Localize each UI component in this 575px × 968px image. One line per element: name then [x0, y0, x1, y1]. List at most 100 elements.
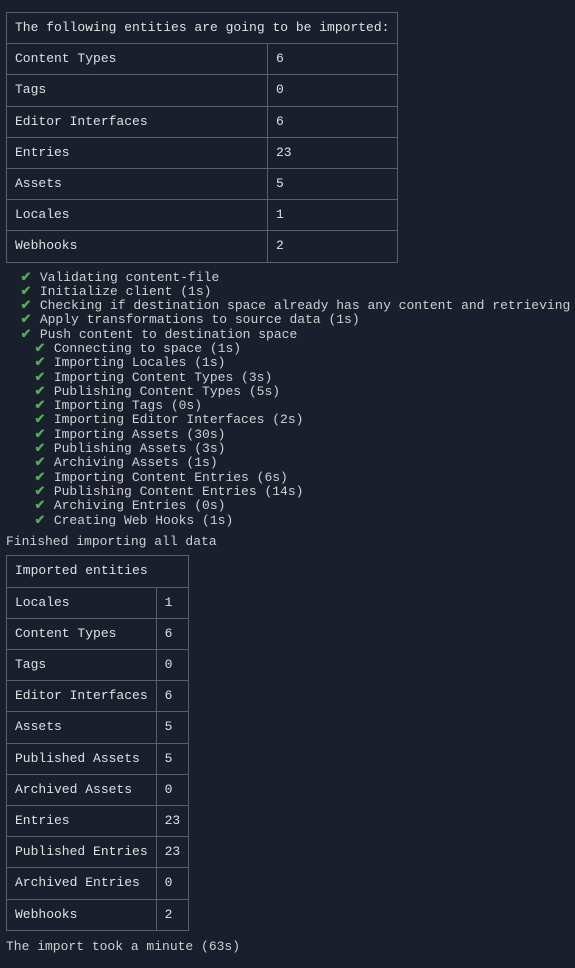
- log-entry: ✔ Importing Locales (1s): [6, 356, 569, 370]
- entity-value: 0: [267, 75, 398, 106]
- table-row: Content Types6: [7, 44, 398, 75]
- log-text: Push content to destination space: [40, 327, 297, 342]
- entity-value: 1: [156, 587, 189, 618]
- log-text: Apply transformations to source data (1s…: [40, 312, 360, 327]
- log-entry: ✔ Apply transformations to source data (…: [6, 313, 569, 327]
- entity-value: 0: [156, 774, 189, 805]
- table-row: Entries23: [7, 137, 398, 168]
- table-row: Editor Interfaces6: [7, 681, 189, 712]
- entities-to-import-table: The following entities are going to be i…: [6, 12, 398, 263]
- table-row: Tags0: [7, 650, 189, 681]
- log-entry: ✔ Publishing Content Types (5s): [6, 385, 569, 399]
- log-text: Initialize client (1s): [40, 284, 212, 299]
- log-text: Importing Content Types (3s): [54, 370, 272, 385]
- check-icon: ✔: [34, 428, 46, 442]
- entity-value: 0: [156, 868, 189, 899]
- log-entry: ✔ Validating content-file: [6, 271, 569, 285]
- log-entry: ✔ Publishing Content Entries (14s): [6, 485, 569, 499]
- log-entry: ✔ Initialize client (1s): [6, 285, 569, 299]
- log-text: Checking if destination space already ha…: [40, 298, 575, 313]
- table-row: Tags0: [7, 75, 398, 106]
- progress-log: ✔ Validating content-file ✔ Initialize c…: [6, 271, 569, 528]
- log-entry: ✔ Archiving Assets (1s): [6, 456, 569, 470]
- log-text: Archiving Assets (1s): [54, 455, 218, 470]
- entity-name: Webhooks: [7, 899, 157, 930]
- log-entry: ✔ Publishing Assets (3s): [6, 442, 569, 456]
- entity-name: Editor Interfaces: [7, 106, 268, 137]
- entity-name: Tags: [7, 650, 157, 681]
- table-row: Locales1: [7, 587, 189, 618]
- log-text: Publishing Content Entries (14s): [54, 484, 304, 499]
- check-icon: ✔: [34, 485, 46, 499]
- log-text: Importing Editor Interfaces (2s): [54, 412, 304, 427]
- imported-entities-table: Imported entities Locales1 Content Types…: [6, 555, 189, 930]
- entity-name: Entries: [7, 805, 157, 836]
- check-icon: ✔: [34, 442, 46, 456]
- entity-value: 6: [267, 44, 398, 75]
- entity-name: Tags: [7, 75, 268, 106]
- entity-name: Assets: [7, 168, 268, 199]
- check-icon: ✔: [34, 342, 46, 356]
- duration-text: The import took a minute (63s): [6, 939, 569, 955]
- log-text: Importing Content Entries (6s): [54, 470, 288, 485]
- check-icon: ✔: [34, 471, 46, 485]
- entity-value: 2: [156, 899, 189, 930]
- entity-value: 5: [156, 712, 189, 743]
- check-icon: ✔: [20, 271, 32, 285]
- table-row: Published Entries23: [7, 837, 189, 868]
- log-text: Publishing Assets (3s): [54, 441, 226, 456]
- entity-name: Entries: [7, 137, 268, 168]
- imported-entities-header: Imported entities: [7, 556, 189, 587]
- entity-value: 0: [156, 650, 189, 681]
- check-icon: ✔: [34, 385, 46, 399]
- log-text: Connecting to space (1s): [54, 341, 241, 356]
- entity-name: Assets: [7, 712, 157, 743]
- check-icon: ✔: [34, 499, 46, 513]
- entity-value: 23: [267, 137, 398, 168]
- table-row: Assets5: [7, 168, 398, 199]
- entity-name: Editor Interfaces: [7, 681, 157, 712]
- entity-value: 1: [267, 200, 398, 231]
- log-entry: ✔ Importing Editor Interfaces (2s): [6, 413, 569, 427]
- table-row: Archived Entries0: [7, 868, 189, 899]
- entity-value: 23: [156, 805, 189, 836]
- check-icon: ✔: [34, 399, 46, 413]
- table-row: Webhooks2: [7, 231, 398, 262]
- log-entry: ✔ Connecting to space (1s): [6, 342, 569, 356]
- log-entry: ✔ Importing Content Entries (6s): [6, 471, 569, 485]
- log-text: Publishing Content Types (5s): [54, 384, 280, 399]
- entity-value: 5: [267, 168, 398, 199]
- check-icon: ✔: [34, 371, 46, 385]
- table-row: Locales1: [7, 200, 398, 231]
- check-icon: ✔: [34, 356, 46, 370]
- entity-value: 6: [156, 618, 189, 649]
- entity-name: Webhooks: [7, 231, 268, 262]
- entity-name: Locales: [7, 587, 157, 618]
- entities-to-import-header: The following entities are going to be i…: [7, 13, 398, 44]
- entity-value: 6: [267, 106, 398, 137]
- entity-value: 5: [156, 743, 189, 774]
- finished-text: Finished importing all data: [6, 534, 569, 550]
- entity-name: Archived Assets: [7, 774, 157, 805]
- log-text: Importing Locales (1s): [54, 355, 226, 370]
- check-icon: ✔: [34, 413, 46, 427]
- log-entry: ✔ Importing Content Types (3s): [6, 371, 569, 385]
- entity-name: Published Assets: [7, 743, 157, 774]
- log-entry: ✔ Importing Tags (0s): [6, 399, 569, 413]
- log-text: Validating content-file: [40, 270, 219, 285]
- log-text: Creating Web Hooks (1s): [54, 513, 233, 528]
- check-icon: ✔: [20, 285, 32, 299]
- table-row: Entries23: [7, 805, 189, 836]
- log-text: Archiving Entries (0s): [54, 498, 226, 513]
- table-row: Assets5: [7, 712, 189, 743]
- log-text: Importing Tags (0s): [54, 398, 202, 413]
- entity-value: 2: [267, 231, 398, 262]
- log-text: Importing Assets (30s): [54, 427, 226, 442]
- log-entry: ✔ Archiving Entries (0s): [6, 499, 569, 513]
- entity-name: Content Types: [7, 44, 268, 75]
- log-entry: ✔ Push content to destination space: [6, 328, 569, 342]
- table-row: Content Types6: [7, 618, 189, 649]
- log-entry: ✔ Importing Assets (30s): [6, 428, 569, 442]
- table-row: Webhooks2: [7, 899, 189, 930]
- table-row: Archived Assets0: [7, 774, 189, 805]
